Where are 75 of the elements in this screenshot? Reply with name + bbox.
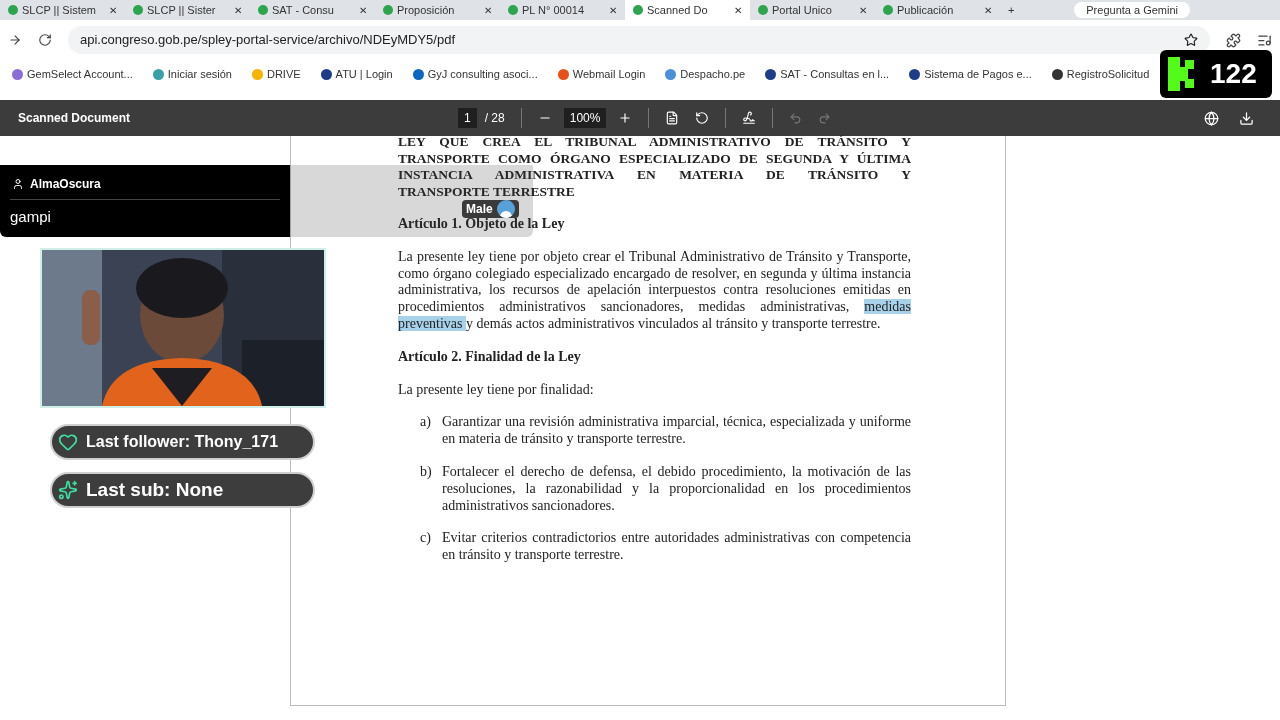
gemini-button[interactable]: Pregunta a Gemini xyxy=(1074,1,1190,19)
bookmark[interactable]: ATU | Login xyxy=(320,65,393,83)
extensions-icon[interactable] xyxy=(1226,32,1241,48)
media-icon[interactable] xyxy=(1257,32,1272,48)
fit-page-icon[interactable] xyxy=(665,111,680,125)
browser-tab[interactable]: Proposición ✕ xyxy=(375,0,500,20)
close-icon[interactable]: ✕ xyxy=(734,2,742,18)
favicon-icon xyxy=(383,5,393,15)
browser-tab[interactable]: SLCP || Sistem ✕ xyxy=(0,0,125,20)
favicon-icon xyxy=(258,5,268,15)
list-item-text: Fortalecer el derecho de defensa, el debido procedimiento, la motivación de las resoluciones, la razonabilidad y la proporcionalidad en los procedimientos administrativos sancionadores. xyxy=(442,463,911,515)
forward-icon[interactable] xyxy=(8,33,22,47)
voice-label: Male xyxy=(466,201,493,218)
favicon-icon xyxy=(758,5,768,15)
bookmark-star-icon[interactable] xyxy=(1184,33,1198,47)
heading-line: TRANSPORTE TERRESTRE xyxy=(398,183,576,200)
favicon-icon xyxy=(8,5,18,15)
download-icon[interactable] xyxy=(1239,110,1254,126)
address-bar[interactable]: api.congreso.gob.pe/spley-portal-service/archivo/NDEyMDY5/pdf xyxy=(68,26,1210,54)
user-icon xyxy=(12,178,24,190)
heading-line: TRANSPORTE COMO ÓRGANO ESPECIALIZADO DE SEGUNDA Y ÚLTIMA xyxy=(398,150,911,167)
browser-tab[interactable]: PL N° 00014 ✕ xyxy=(500,0,625,20)
browser-tab[interactable]: SLCP || Sister ✕ xyxy=(125,0,250,20)
close-icon[interactable]: ✕ xyxy=(609,2,617,18)
close-icon[interactable]: ✕ xyxy=(859,2,867,18)
browser-tab[interactable]: Publicación ✕ xyxy=(875,0,1000,20)
viewer-count: 122 xyxy=(1210,57,1257,91)
favicon-icon xyxy=(133,5,143,15)
bookmark[interactable]: Iniciar sesión xyxy=(152,65,232,83)
list-marker: a) xyxy=(420,414,432,432)
close-icon[interactable]: ✕ xyxy=(484,2,492,18)
bookmark[interactable]: GyJ consulting asoci... xyxy=(412,65,538,83)
page-field[interactable]: 1 xyxy=(458,108,477,128)
close-icon[interactable]: ✕ xyxy=(984,2,992,18)
annotate-icon[interactable] xyxy=(742,111,757,125)
bookmark[interactable]: RegistroSolicitud xyxy=(1051,65,1150,83)
avatar-icon xyxy=(496,200,515,218)
document-title: Scanned Document xyxy=(18,110,132,127)
heading-line: INSTANCIA ADMINISTRATIVA EN MATERIA DE TRÁNSITO Y xyxy=(398,167,911,184)
bookmark[interactable]: Webmail Login xyxy=(557,65,646,83)
close-icon[interactable]: ✕ xyxy=(359,2,367,18)
zoom-in-icon[interactable] xyxy=(618,111,633,125)
favicon-icon xyxy=(633,5,643,15)
star-icon xyxy=(58,480,78,500)
favicon-icon xyxy=(883,5,893,15)
heading-line: LEY QUE CREA EL TRIBUNAL ADMINISTRATIVO DE TRÁNSITO Y xyxy=(398,134,911,151)
list-item-text: Garantizar una revisión administrativa imparcial, técnica, especializada y uniforme en materia de tránsito y transporte terrestre. xyxy=(442,414,911,448)
list-marker: c) xyxy=(420,530,432,548)
bookmark[interactable]: Sistema de Pagos e... xyxy=(909,65,1032,83)
heart-icon xyxy=(58,432,78,452)
browser-tab[interactable]: Scanned Do ✕ xyxy=(625,0,750,20)
bookmark[interactable]: GemSelect Account... xyxy=(12,65,133,83)
zoom-field[interactable]: 100% xyxy=(563,108,607,128)
widget-label: Last follower: Thony_171 xyxy=(86,432,279,452)
paragraph: La presente ley tiene por objeto crear el Tribunal Administrativo de Tránsito y Transporte, como órgano colegiado especializado encargado de resolver, en segunda y última instancia administrativa, los recursos de apelación interpuestos contra resoluciones emitidas en procedimientos administrativos sancionadores, medidas administrativas, medidas preventivas y demás actos administrativos vinculados al tránsito y transporte terrestre. xyxy=(398,248,911,333)
rotate-icon[interactable] xyxy=(695,111,710,125)
favicon-icon xyxy=(508,5,518,15)
article-title: Artículo 1. Objeto de la Ley xyxy=(398,216,566,233)
widget-label: Last sub: None xyxy=(86,477,224,502)
page-count: / 28 xyxy=(484,110,505,127)
list-item-text: Evitar criterios contradictorios entre autoridades administrativas con competencia en tránsito y transporte terrestre. xyxy=(442,530,911,564)
list-marker: b) xyxy=(420,463,433,481)
new-tab-button[interactable]: + xyxy=(1000,1,1023,19)
close-icon[interactable]: ✕ xyxy=(234,2,242,18)
close-icon[interactable]: ✕ xyxy=(109,2,117,18)
bookmark[interactable]: SAT - Consultas en l... xyxy=(765,65,890,83)
article-title: Artículo 2. Finalidad de la Ley xyxy=(398,348,582,366)
reload-icon[interactable] xyxy=(38,33,52,47)
chat-message: gampi xyxy=(10,207,51,227)
bookmark[interactable]: Despacho.pe xyxy=(665,65,746,83)
browser-tab[interactable]: Portal Unico ✕ xyxy=(750,0,875,20)
paragraph: La presente ley tiene por finalidad: xyxy=(398,381,595,399)
chat-username: AlmaOscura xyxy=(30,176,101,193)
browser-tab[interactable]: SAT - Consu ✕ xyxy=(250,0,375,20)
bookmark[interactable]: DRIVE xyxy=(252,65,301,83)
